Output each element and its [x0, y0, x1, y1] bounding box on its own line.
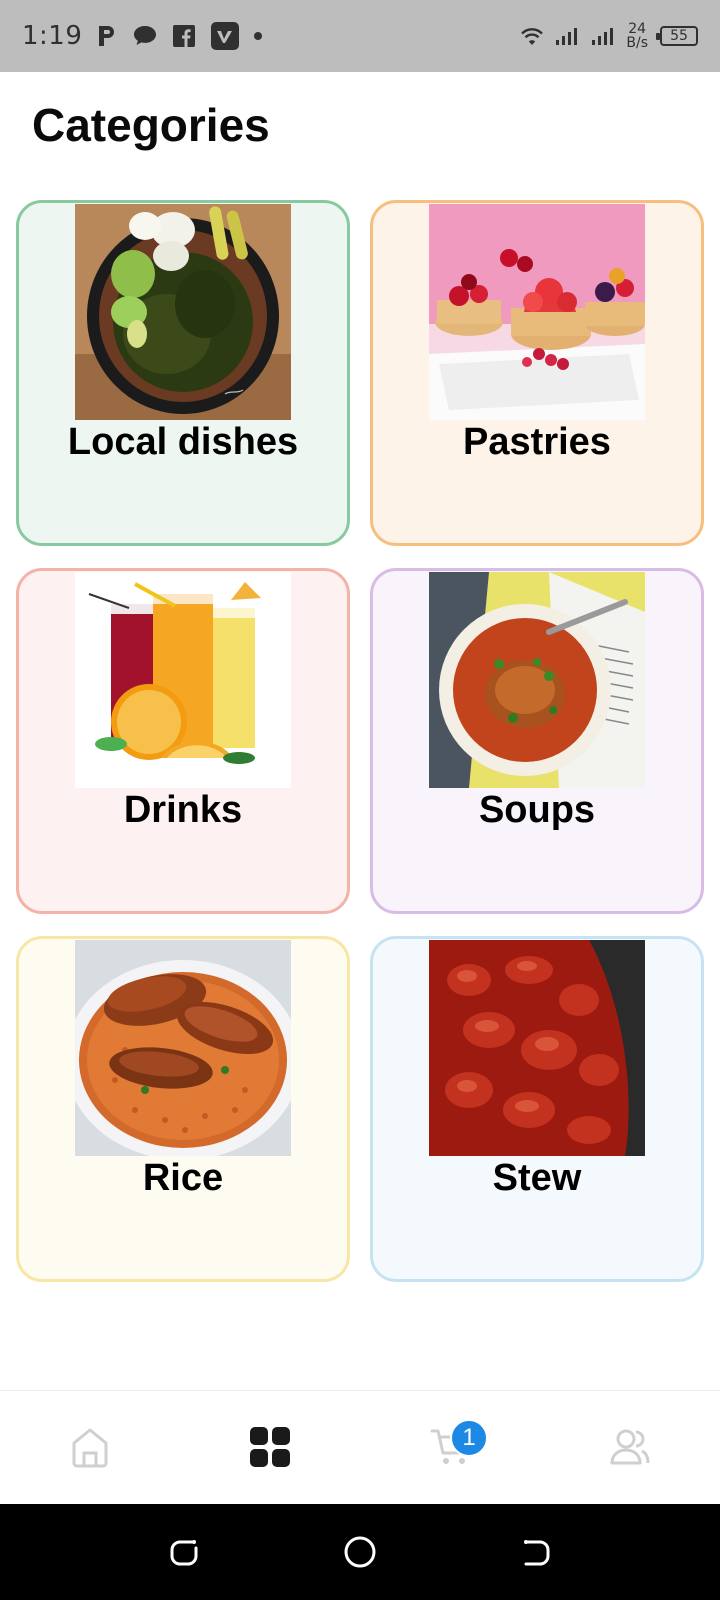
recent-apps-button[interactable]	[162, 1532, 206, 1576]
category-card-stew[interactable]: Stew	[370, 936, 704, 1282]
soups-photo	[429, 572, 645, 788]
back-icon	[518, 1534, 554, 1575]
category-card-drinks[interactable]: Drinks	[16, 568, 350, 914]
bottom-navigation: 1	[0, 1390, 720, 1504]
category-label: Local dishes	[67, 421, 299, 463]
home-button[interactable]	[338, 1532, 382, 1576]
profile-icon	[606, 1423, 654, 1476]
home-icon	[66, 1423, 114, 1476]
nav-categories[interactable]	[230, 1409, 310, 1489]
category-label: Rice	[142, 1157, 224, 1199]
category-card-pastries[interactable]: Pastries	[370, 200, 704, 546]
stew-photo	[429, 940, 645, 1156]
nav-profile[interactable]	[590, 1409, 670, 1489]
nav-home[interactable]	[50, 1409, 130, 1489]
category-card-rice[interactable]: Rice	[16, 936, 350, 1282]
home-circle-icon	[342, 1534, 378, 1575]
system-navigation-bar	[0, 1504, 720, 1600]
drinks-photo	[75, 572, 291, 788]
category-label: Stew	[492, 1157, 582, 1199]
back-button[interactable]	[514, 1532, 558, 1576]
category-grid: Local dishes Pastries Drinks Soups Rice …	[0, 0, 720, 1600]
category-label: Drinks	[123, 789, 243, 831]
category-label: Pastries	[463, 421, 611, 463]
recent-apps-icon	[166, 1534, 202, 1575]
category-label: Soups	[478, 789, 596, 831]
rice-photo	[75, 940, 291, 1156]
grid-icon	[248, 1425, 292, 1474]
local-dishes-photo	[75, 204, 291, 420]
pastries-photo	[429, 204, 645, 420]
cart-badge: 1	[450, 1419, 488, 1457]
category-card-local-dishes[interactable]: Local dishes	[16, 200, 350, 546]
category-card-soups[interactable]: Soups	[370, 568, 704, 914]
